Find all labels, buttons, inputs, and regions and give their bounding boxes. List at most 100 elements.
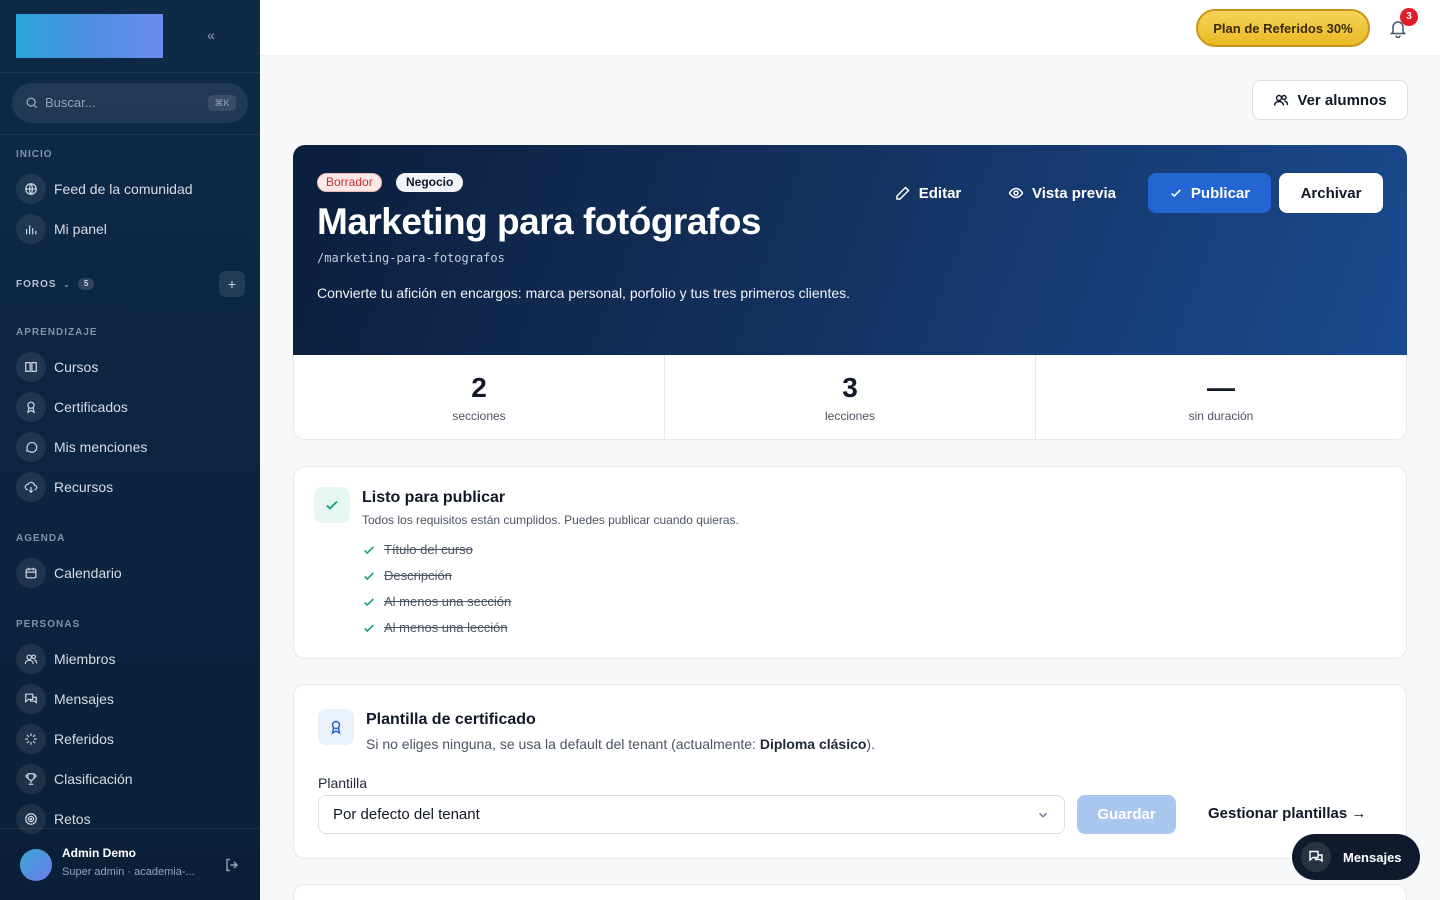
messages-fab-button[interactable]: Mensajes [1292,834,1420,880]
stat-label: lecciones [824,409,876,423]
stat-lessons: 3 lecciones [665,355,1036,439]
edit-button[interactable]: Editar [883,173,973,213]
user-role: Super admin · academia-... [62,866,195,878]
sidebar-item-label: Clasificación [54,771,133,787]
sidebar-item-certificados[interactable]: Certificados [16,391,246,423]
sidebar-item-mensajes[interactable]: Mensajes [16,683,246,715]
sidebar-item-feed[interactable]: Feed de la comunidad [16,173,246,205]
subtitle-text: ). [866,736,875,752]
check-icon [314,487,350,523]
stat-duration: — sin duración [1036,355,1406,439]
book-icon [16,352,46,382]
sidebar-item-label: Mis menciones [54,439,148,455]
sidebar-item-label: Referidos [54,731,114,747]
section-inicio: INICIO [16,149,53,160]
certificate-template-card: Plantilla de certificado Si no eliges ni… [293,684,1407,859]
referral-plan-button[interactable]: Plan de Referidos 30% [1196,9,1370,47]
chat-bubble-icon [16,432,46,462]
user-name: Admin Demo [62,846,137,860]
collapse-sidebar-icon[interactable]: « [202,26,220,44]
sidebar-item-cursos[interactable]: Cursos [16,351,246,383]
notification-count-badge: 3 [1400,8,1418,26]
award-icon [16,392,46,422]
check-icon [1170,189,1181,198]
card-title: Listo para publicar [362,489,506,506]
sidebar-item-referidos[interactable]: Referidos [16,723,246,755]
subtitle-text: Si no eliges ninguna, se usa la default … [366,736,760,752]
sidebar-item-miembros[interactable]: Miembros [16,643,246,675]
status-badge: Borrador [317,173,382,192]
sidebar-item-label: Calendario [54,565,122,581]
sidebar-item-panel[interactable]: Mi panel [16,213,246,245]
course-header: Borrador Negocio Marketing para fotógraf… [293,145,1407,355]
sidebar-item-label: Recursos [54,479,114,495]
sidebar-item-clasificacion[interactable]: Clasificación [16,763,246,795]
card-title: Plantilla de certificado [366,711,536,728]
divider [0,134,260,135]
user-profile[interactable]: Admin Demo Super admin · academia-... [0,828,260,900]
requirement-label: Al menos una lección [384,620,508,635]
section-foros: FOROS [16,278,57,290]
default-template-name: Diploma clásico [759,736,867,752]
course-stats: 2 secciones 3 lecciones — sin duración [293,355,1407,440]
sidebar-item-calendario[interactable]: Calendario [16,557,246,589]
messages-icon [1301,842,1331,872]
check-icon [364,545,374,554]
check-icon [364,571,374,580]
requirement-item: Descripción [362,568,452,583]
search-placeholder: Buscar... [45,95,96,110]
eye-icon [1008,187,1024,199]
sidebar-item-label: Certificados [54,399,128,415]
card-subtitle: Si no eliges ninguna, se usa la default … [366,736,875,752]
logout-icon[interactable] [224,857,240,873]
divider [0,72,260,73]
course-description: Convierte tu afición en encargos: marca … [317,285,851,301]
avatar [20,849,52,881]
requirement-item: Al menos una sección [362,594,511,609]
section-aprendizaje: APRENDIZAJE [16,327,98,338]
sidebar-item-label: Mi panel [54,221,107,237]
globe-icon [16,174,46,204]
calendar-icon [16,558,46,588]
cloud-download-icon [16,472,46,502]
add-foro-button[interactable]: + [219,271,245,297]
top-bar: Plan de Referidos 30% 3 [260,0,1440,56]
stat-value: 2 [471,372,487,403]
requirement-label: Descripción [384,568,452,583]
manage-templates-link[interactable]: Gestionar plantillas → [1208,805,1366,822]
section-personas: PERSONAS [16,619,81,630]
app-logo[interactable] [16,14,163,58]
requirement-item: Al menos una lección [362,620,508,635]
archive-button[interactable]: Archivar [1279,173,1383,213]
trophy-icon [16,764,46,794]
search-icon [26,97,38,109]
card-subtitle: Todos los requisitos están cumplidos. Pu… [362,513,739,527]
award-icon [318,709,354,745]
messages-icon [16,684,46,714]
select-value: Por defecto del tenant [333,806,480,823]
ver-alumnos-button[interactable]: Ver alumnos [1252,80,1408,120]
chevron-down-icon [1039,812,1047,818]
chevron-down-icon: ⌄ [62,278,71,289]
stat-label: secciones [452,409,506,423]
preview-button[interactable]: Vista previa [997,173,1127,213]
save-button[interactable]: Guardar [1077,795,1176,834]
template-select[interactable]: Por defecto del tenant [318,795,1065,834]
foros-toggle[interactable]: FOROS ⌄ 5 [16,278,95,290]
stat-sections: 2 secciones [294,355,665,439]
publish-button[interactable]: Publicar [1148,173,1271,213]
ver-alumnos-label: Ver alumnos [1297,91,1387,109]
stat-label: sin duración [1188,409,1254,423]
foros-count-badge: 5 [78,278,95,290]
section-agenda: AGENDA [16,533,66,544]
sparkle-icon [16,724,46,754]
sidebar-item-menciones[interactable]: Mis menciones [16,431,246,463]
users-icon [16,644,46,674]
sidebar-item-recursos[interactable]: Recursos [16,471,246,503]
page-title: Marketing para fotógrafos [317,201,761,242]
sidebar-item-label: Mensajes [54,691,114,707]
pencil-icon [895,186,910,200]
sidebar-item-label: Miembros [54,651,116,667]
stat-value: — [1207,372,1235,403]
search-input[interactable]: Buscar... ⌘K [12,83,248,123]
